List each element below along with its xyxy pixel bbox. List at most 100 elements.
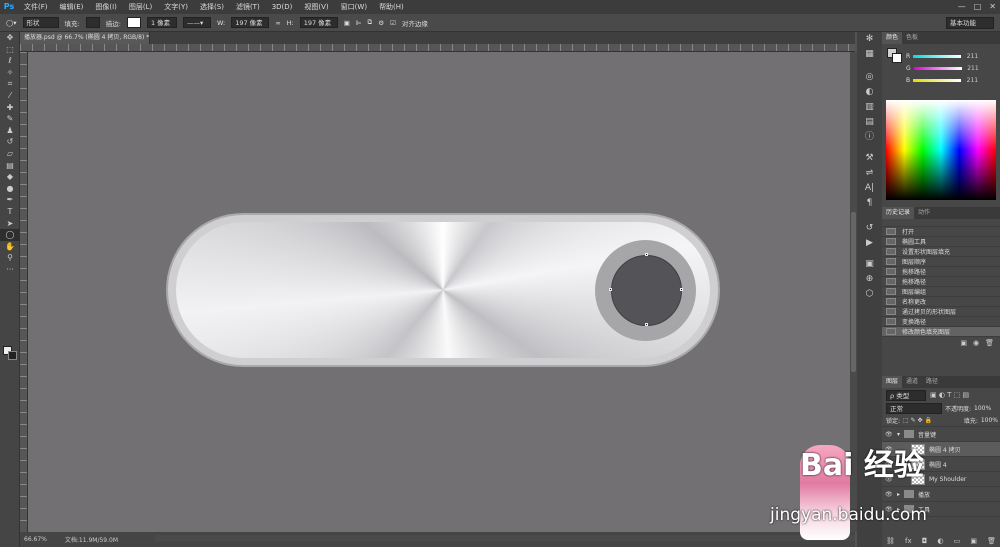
zoom-level[interactable]: 66.67% [24,536,47,543]
menu-3d[interactable]: 3D(D) [266,3,299,11]
layer-row[interactable]: 👁 ▸ 播放 [882,487,1000,502]
path-selection-tool-icon[interactable]: ➤ [0,218,20,230]
history-item[interactable]: 图层编组 [882,287,1000,297]
dodge-tool-icon[interactable]: ● [0,183,20,195]
3d-icon[interactable]: ⬡ [857,287,882,302]
menu-file[interactable]: 文件(F) [18,2,54,12]
history-item[interactable]: 变换路径 [882,317,1000,327]
history-item[interactable]: 图层顺序 [882,257,1000,267]
tab-paths[interactable]: 路径 [922,376,942,388]
minimize-button[interactable]: — [958,2,966,11]
background-color-swatch[interactable] [8,351,17,360]
history-item[interactable]: 通过拷贝的形状图层 [882,307,1000,317]
character-icon[interactable]: ▦ [857,47,882,62]
layer-filter-select[interactable]: ρ 类型 [886,389,926,401]
adjustment-layer-icon[interactable]: ◐ [937,537,943,545]
horizontal-scrollbar[interactable] [155,535,855,541]
lock-icons[interactable]: ⬚ ✎ ✥ 🔒 [903,417,932,424]
link-layers-icon[interactable]: ⛓ [886,537,895,545]
new-document-from-state-icon[interactable]: ▣ [960,339,967,347]
stroke-swatch[interactable] [126,17,141,28]
new-layer-icon[interactable]: ▣ [970,537,977,545]
blue-value[interactable]: 211 [964,77,978,84]
menu-layer[interactable]: 图层(L) [123,2,158,12]
blend-mode-select[interactable]: 正常 [886,403,942,414]
navigator-icon[interactable]: ◎ [857,70,882,85]
filter-icons[interactable]: ▣ ◐ T ⬚ ▤ [930,391,969,399]
stroke-type-select[interactable]: ——▾ [182,17,211,28]
tab-actions[interactable]: 动作 [914,207,934,219]
history-item[interactable]: 椭圆工具 [882,237,1000,247]
mask-icon[interactable]: ◘ [922,537,928,545]
color-spectrum[interactable] [886,100,996,200]
maximize-button[interactable]: □ [974,2,982,11]
menu-window[interactable]: 窗口(W) [335,2,373,12]
tool-presets-icon[interactable]: ⚒ [857,151,882,166]
eye-icon[interactable]: 👁 [885,491,893,498]
history-brush-tool-icon[interactable]: ↺ [0,136,20,148]
background-swatch[interactable] [892,53,902,63]
path-anchor-right[interactable] [680,288,683,291]
paragraph-style-icon[interactable]: ¶ [857,196,882,211]
history-item-current[interactable]: 修改颜色填充图层 [882,327,1000,337]
zoom-tool-icon[interactable]: ⚲ [0,252,20,264]
marquee-tool-icon[interactable]: ⬚ [0,44,20,56]
path-anchor-left[interactable] [609,288,612,291]
expand-icon[interactable]: ▾ [897,431,900,438]
tab-swatches[interactable]: 色板 [902,32,922,44]
opacity-value[interactable]: 100% [974,405,991,412]
lasso-tool-icon[interactable]: ℓ [0,55,20,67]
histogram-icon[interactable]: ▥ [857,100,882,115]
delete-layer-icon[interactable]: 🗑 [987,537,996,545]
actions-icon[interactable]: ▶ [857,236,882,251]
path-anchor-top[interactable] [645,253,648,256]
magic-wand-tool-icon[interactable]: ✧ [0,67,20,79]
fill-swatch[interactable] [85,17,100,28]
crop-tool-icon[interactable]: ⌗ [0,78,20,90]
paths-options-icon[interactable]: ⇌ [857,166,882,181]
more-tools-icon[interactable]: ··· [0,264,20,276]
new-group-icon[interactable]: ▭ [954,537,961,545]
workspace-select[interactable]: 基本功能 [946,17,994,29]
doc-info[interactable]: 文档:11.9M/59.0M [65,535,118,544]
layer-comps-icon[interactable]: ▣ [857,257,882,272]
history-item[interactable]: 设置形状图层填充 [882,247,1000,257]
link-icon[interactable]: ∞ [275,19,280,27]
tool-mode-select[interactable]: 形状 [22,17,59,28]
brush-tool-icon[interactable]: ✎ [0,113,20,125]
eye-icon[interactable]: 👁 [885,431,893,438]
tab-layers[interactable]: 图层 [882,376,903,388]
path-operations-icon[interactable]: ▣ [344,19,350,27]
tab-history[interactable]: 历史记录 [882,207,915,219]
path-alignment-icon[interactable]: ⊫ [356,19,362,27]
height-field[interactable]: 197 像素 [299,17,338,28]
path-anchor-bottom[interactable] [645,323,648,326]
menu-image[interactable]: 图像(I) [89,2,123,12]
healing-brush-tool-icon[interactable]: ✚ [0,102,20,114]
red-value[interactable]: 211 [964,53,978,60]
tab-channels[interactable]: 通道 [902,376,922,388]
eyedropper-tool-icon[interactable]: ⁄ [0,90,20,102]
history-item[interactable]: 名称更改 [882,297,1000,307]
blur-tool-icon[interactable]: ◆ [0,171,20,183]
stroke-width-field[interactable]: 1 像素 [146,17,177,28]
align-edges-checkbox[interactable]: ☑ [390,19,396,27]
trash-icon[interactable]: 🗑 [985,339,994,347]
fill-value[interactable]: 100% [981,417,1000,424]
close-button[interactable]: ✕ [989,2,996,11]
menu-type[interactable]: 文字(Y) [158,2,194,12]
adjustments-icon[interactable]: ◐ [857,85,882,100]
snapshot-icon[interactable]: ◉ [973,339,979,347]
document-tab[interactable]: 播放器.psd @ 66.7% (椭圆 4 拷贝, RGB/8) * [20,32,150,44]
knob-ellipse-shape[interactable] [611,255,682,326]
menu-help[interactable]: 帮助(H) [373,2,410,12]
gradient-tool-icon[interactable]: ▤ [0,160,20,172]
brush-preset-icon[interactable]: ✻ [857,32,882,47]
green-value[interactable]: 211 [965,65,978,72]
horizontal-ruler[interactable] [20,44,855,52]
paragraph-icon[interactable]: A| [857,181,882,196]
move-tool-icon[interactable]: ✥ [0,32,20,44]
gear-icon[interactable]: ⚙ [378,19,384,27]
hand-tool-icon[interactable]: ✋ [0,241,20,253]
red-slider[interactable] [913,54,962,58]
